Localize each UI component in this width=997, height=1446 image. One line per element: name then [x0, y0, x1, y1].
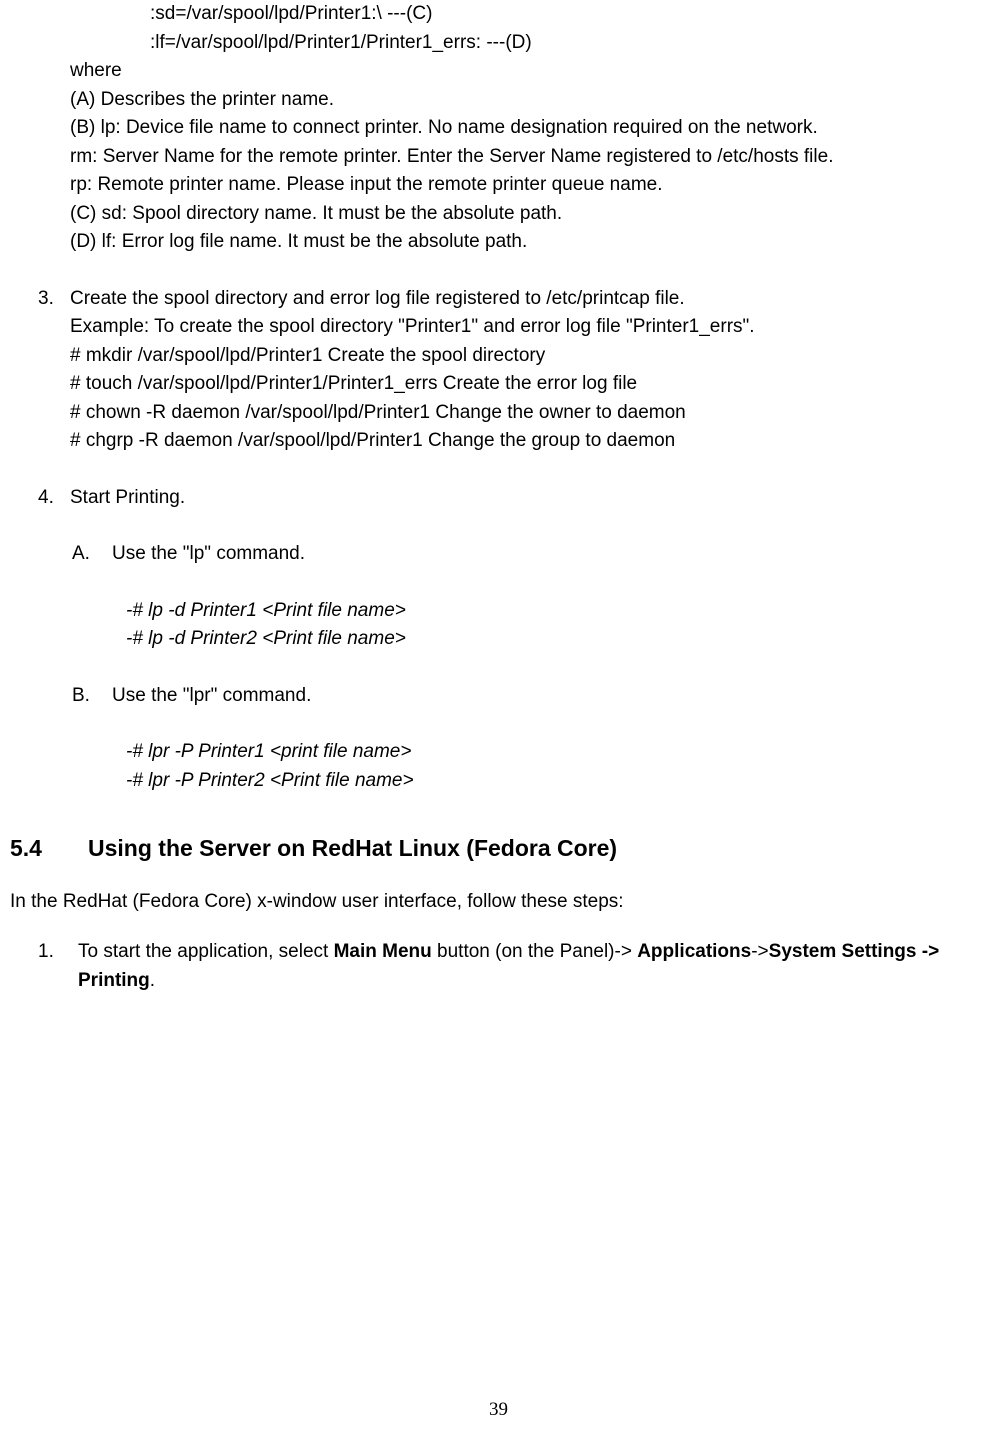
- intro-text: In the RedHat (Fedora Core) x-window use…: [10, 888, 987, 917]
- step-4-num: 4.: [38, 484, 70, 513]
- desc-c: (C) sd: Spool directory name. It must be…: [70, 200, 987, 229]
- step-4b: B. Use the "lpr" command.: [72, 682, 987, 739]
- config-line-c: :sd=/var/spool/lpd/Printer1:\ ---(C): [150, 0, 987, 29]
- section-title: Using the Server on RedHat Linux (Fedora…: [88, 835, 617, 861]
- step-3-line2: Example: To create the spool directory "…: [70, 313, 987, 342]
- step-4-title: Start Printing.: [70, 484, 987, 513]
- step-3: 3. Create the spool directory and error …: [38, 285, 987, 456]
- step-4: 4. Start Printing.: [38, 484, 987, 513]
- step-4a: A. Use the "lp" command.: [72, 540, 987, 597]
- step-3-num: 3.: [38, 285, 70, 456]
- config-line-d: :lf=/var/spool/lpd/Printer1/Printer1_err…: [150, 29, 987, 58]
- rh-step-1-num: 1.: [38, 938, 78, 995]
- desc-rm: rm: Server Name for the remote printer. …: [70, 143, 987, 172]
- step-4a-text: Use the "lp" command.: [112, 540, 987, 569]
- page-number: 39: [0, 1396, 997, 1425]
- step-3-cmd2: # touch /var/spool/lpd/Printer1/Printer1…: [70, 370, 987, 399]
- section-num: 5.4: [10, 831, 88, 866]
- step-4a-cmd2: -# lp -d Printer2 <Print file name>: [126, 625, 987, 654]
- step-4b-cmd2: -# lpr -P Printer2 <Print file name>: [126, 767, 987, 796]
- step-4a-cmd1: -# lp -d Printer1 <Print file name>: [126, 597, 987, 626]
- desc-a: (A) Describes the printer name.: [70, 86, 987, 115]
- step-4a-letter: A.: [72, 540, 112, 597]
- step-3-cmd4: # chgrp -R daemon /var/spool/lpd/Printer…: [70, 427, 987, 456]
- where-label: where: [70, 57, 987, 86]
- desc-d: (D) lf: Error log file name. It must be …: [70, 228, 987, 257]
- rh-step-1: 1. To start the application, select Main…: [38, 938, 987, 995]
- rh-step-1-body: To start the application, select Main Me…: [78, 938, 987, 995]
- step-3-cmd3: # chown -R daemon /var/spool/lpd/Printer…: [70, 399, 987, 428]
- step-4b-text: Use the "lpr" command.: [112, 682, 987, 711]
- step-4b-cmd1: -# lpr -P Printer1 <print file name>: [126, 738, 987, 767]
- step-3-cmd1: # mkdir /var/spool/lpd/Printer1 Create t…: [70, 342, 987, 371]
- section-heading: 5.4Using the Server on RedHat Linux (Fed…: [10, 831, 987, 866]
- step-3-line1: Create the spool directory and error log…: [70, 285, 987, 314]
- desc-b: (B) lp: Device file name to connect prin…: [70, 114, 987, 143]
- desc-rp: rp: Remote printer name. Please input th…: [70, 171, 987, 200]
- step-4b-letter: B.: [72, 682, 112, 739]
